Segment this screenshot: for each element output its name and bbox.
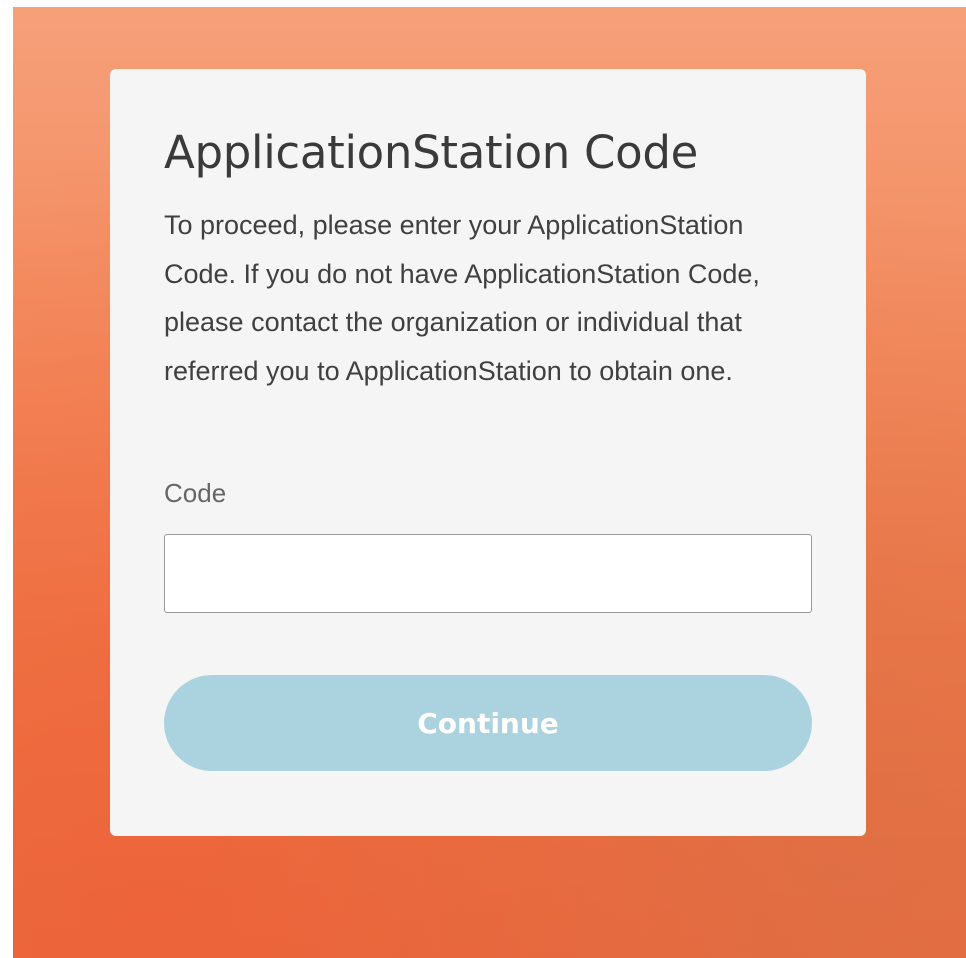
- page-title: ApplicationStation Code: [164, 126, 699, 179]
- code-entry-card: ApplicationStation Code To proceed, plea…: [110, 69, 866, 836]
- instructions-text: To proceed, please enter your Applicatio…: [164, 210, 760, 386]
- continue-button[interactable]: Continue: [164, 675, 812, 771]
- code-input[interactable]: [164, 534, 812, 613]
- code-label: Code: [164, 478, 227, 508]
